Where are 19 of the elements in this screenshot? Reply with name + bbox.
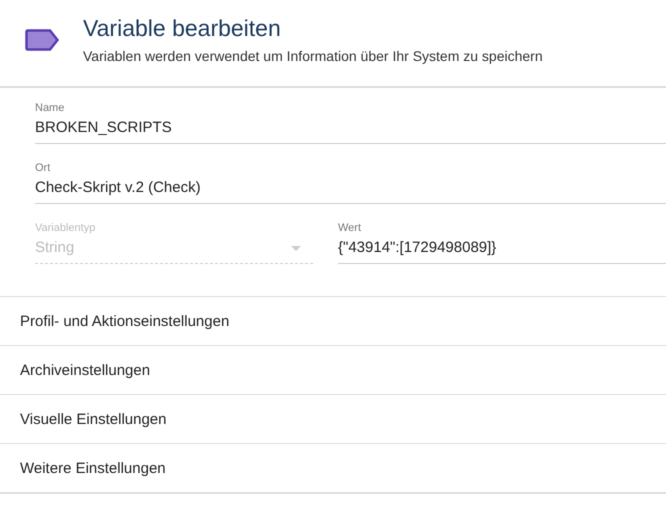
input-field[interactable]: Wert {"43914":[1729498089]}	[338, 218, 666, 264]
field-value: BROKEN_SCRIPTS	[35, 118, 172, 138]
settings-section[interactable]: Weitere Einstellungen	[0, 444, 666, 494]
dialog-subtitle: Variablen werden verwendet um Information über Ihr System zu speichern	[83, 48, 543, 64]
settings-section[interactable]: Archiveinstellungen	[0, 346, 666, 395]
dialog-title: Variable bearbeiten	[83, 14, 282, 42]
field-value: Check-Skript v.2 (Check)	[35, 178, 201, 198]
field-label: Name	[35, 101, 64, 115]
settings-section[interactable]: Visuelle Einstellungen	[0, 395, 666, 444]
settings-section[interactable]: Profil- und Aktionseinstellungen	[0, 297, 666, 346]
field-value: String	[35, 238, 74, 258]
field-value: {"43914":[1729498089]}	[338, 238, 496, 258]
tag-icon	[25, 29, 59, 51]
field-label: Ort	[35, 161, 50, 175]
input-field[interactable]: Ort Check-Skript v.2 (Check)	[35, 158, 666, 204]
field-label: Wert	[338, 221, 362, 235]
caret-icon	[291, 246, 301, 251]
input-field[interactable]: Name BROKEN_SCRIPTS	[35, 98, 666, 144]
field-label: Variablentyp	[35, 221, 96, 235]
